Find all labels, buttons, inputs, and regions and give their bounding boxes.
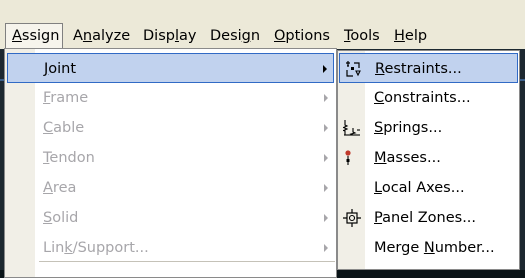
assign-item-solid[interactable]: Solid xyxy=(7,203,334,233)
joint-item-restraints[interactable]: Restraints... xyxy=(339,53,518,83)
submenu-arrow-icon xyxy=(323,65,327,73)
menu-item-label: Constraints... xyxy=(374,90,471,106)
joint-item-springs[interactable]: Springs... xyxy=(339,113,518,143)
menu-item-label: Merge Number... xyxy=(374,240,495,256)
submenu-arrow-icon xyxy=(324,124,328,132)
masses-icon xyxy=(345,150,351,165)
menu-item-label: Solid xyxy=(43,210,79,226)
assign-item-tendon[interactable]: Tendon xyxy=(7,143,334,173)
submenu-arrow-icon xyxy=(324,154,328,162)
submenu-arrow-icon xyxy=(324,94,328,102)
menu-item-label: Springs... xyxy=(374,120,443,136)
menu-separator xyxy=(39,261,335,262)
menu-item-label: Tendon xyxy=(43,150,95,166)
menu-item-label: Link/Support... xyxy=(43,240,149,256)
menu-bar: Assign Analyze Display Design Options To… xyxy=(0,0,525,49)
joint-item-panel-zones[interactable]: Panel Zones... xyxy=(339,203,518,233)
menu-item-label: Restraints... xyxy=(375,61,462,77)
menu-design[interactable]: Design xyxy=(210,24,260,48)
assign-item-frame[interactable]: Frame xyxy=(7,83,334,113)
menu-analyze[interactable]: Analyze xyxy=(73,24,130,48)
menu-options[interactable]: Options xyxy=(274,24,330,48)
restraints-icon xyxy=(346,61,361,77)
joint-item-masses[interactable]: Masses... xyxy=(339,143,518,173)
submenu-arrow-icon xyxy=(324,214,328,222)
menu-tools[interactable]: Tools xyxy=(344,24,380,48)
joint-item-constraints[interactable]: Constraints... xyxy=(339,83,518,113)
assign-dropdown-menu: Joint Frame Cable Tendon Area Solid Link… xyxy=(4,48,337,278)
panel-zones-icon xyxy=(343,209,361,227)
assign-item-link-support[interactable]: Link/Support... xyxy=(7,233,334,263)
menu-item-label: Area xyxy=(43,180,77,196)
assign-item-cable[interactable]: Cable xyxy=(7,113,334,143)
joint-item-local-axes[interactable]: Local Axes... xyxy=(339,173,518,203)
menu-item-label: Masses... xyxy=(374,150,441,166)
menu-item-label: Joint xyxy=(44,61,77,77)
submenu-arrow-icon xyxy=(324,244,328,252)
assign-item-area[interactable]: Area xyxy=(7,173,334,203)
joint-submenu: Restraints... Constraints... Springs... … xyxy=(337,50,520,270)
menu-item-label: Frame xyxy=(43,90,89,106)
menu-item-label: Panel Zones... xyxy=(374,210,477,226)
springs-icon xyxy=(343,120,360,136)
menu-help[interactable]: Help xyxy=(394,24,427,48)
assign-item-joint[interactable]: Joint xyxy=(7,53,334,83)
menu-display[interactable]: Display xyxy=(143,24,196,48)
submenu-arrow-icon xyxy=(324,184,328,192)
menu-assign[interactable]: Assign xyxy=(5,23,63,48)
joint-item-merge-number[interactable]: Merge Number... xyxy=(339,233,518,263)
menu-item-label: Cable xyxy=(43,120,85,136)
menu-item-label: Local Axes... xyxy=(374,180,465,196)
